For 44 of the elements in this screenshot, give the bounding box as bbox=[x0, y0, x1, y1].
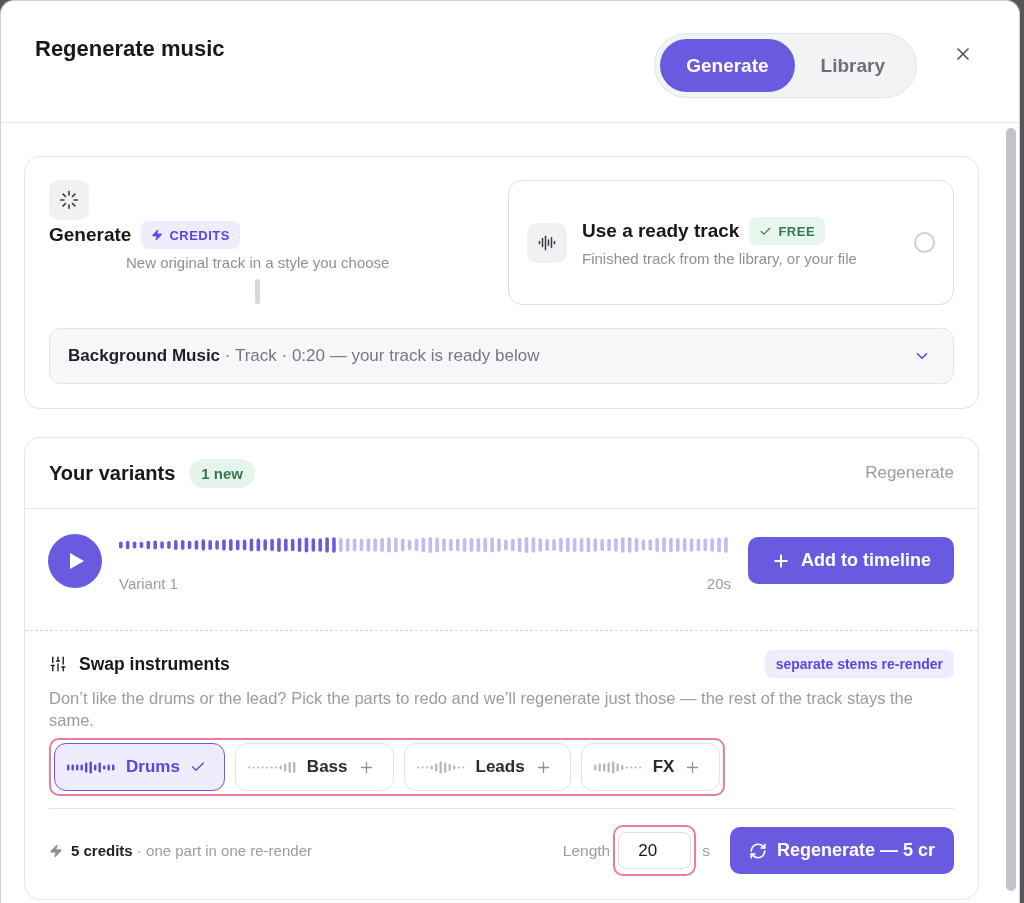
sliders-icon bbox=[49, 655, 67, 673]
stem-chip[interactable]: Bass bbox=[234, 743, 394, 791]
free-badge: FREE bbox=[749, 217, 826, 245]
new-badge: 1 new bbox=[189, 458, 256, 488]
variant-label: Variant 1 bbox=[119, 575, 178, 592]
refresh-icon bbox=[748, 841, 767, 860]
waveform-icon bbox=[593, 760, 643, 774]
duration-label: 20s bbox=[706, 575, 731, 592]
section-title: Swap instruments bbox=[79, 653, 231, 675]
option-description: Finished track from the library, or your file bbox=[582, 249, 858, 269]
section-title: Your variants bbox=[49, 461, 176, 485]
unit-label: s bbox=[702, 841, 710, 860]
play-button[interactable] bbox=[48, 534, 102, 588]
option-description: New original track in a style you choose bbox=[126, 253, 390, 273]
handle-icon bbox=[255, 279, 261, 304]
track-select[interactable]: Background Music · Track · 0:20 — your track is ready below bbox=[49, 328, 954, 384]
swap-description: Don’t like the drums or the lead? Pick the parts to redo and we’ll regenerate just those — the rest of the track stays the same. bbox=[49, 688, 914, 731]
stem-chip[interactable]: Drums bbox=[54, 743, 225, 791]
stem-chip[interactable]: FX bbox=[580, 743, 721, 791]
option-title: Generate bbox=[49, 224, 132, 246]
waveform-icon bbox=[247, 760, 297, 774]
waveform-icon bbox=[67, 760, 116, 774]
scrollbar[interactable] bbox=[1006, 128, 1016, 891]
play-icon bbox=[69, 553, 84, 569]
length-label: Length bbox=[562, 841, 611, 860]
radio-button[interactable] bbox=[914, 232, 935, 253]
add-to-timeline-button[interactable]: Add to timeline bbox=[748, 537, 954, 584]
ready-track-option[interactable]: Use a ready track FREE Finished track from the library, or your file bbox=[508, 180, 954, 305]
credits-note: 5 credits · one part in one re-render bbox=[71, 842, 312, 859]
bolt-icon bbox=[151, 229, 164, 241]
regenerate-button[interactable]: Regenerate — 5 cr bbox=[730, 827, 954, 874]
burst-icon bbox=[49, 180, 89, 220]
waveform-icon bbox=[416, 760, 466, 774]
credits-badge: CREDITS bbox=[141, 221, 240, 249]
audio-wave-icon bbox=[527, 222, 567, 263]
bolt-icon bbox=[49, 843, 63, 858]
length-input[interactable]: 20 bbox=[618, 832, 692, 869]
dialog-title: Regenerate music bbox=[35, 35, 226, 63]
stem-chip[interactable]: Leads bbox=[403, 743, 571, 791]
waveform-track[interactable] bbox=[119, 537, 731, 553]
stems-badge: separate stems re-render bbox=[764, 650, 954, 678]
tab[interactable]: Generate bbox=[660, 39, 795, 92]
option-title: Use a ready track bbox=[582, 220, 740, 242]
tab[interactable]: Library bbox=[794, 39, 911, 92]
